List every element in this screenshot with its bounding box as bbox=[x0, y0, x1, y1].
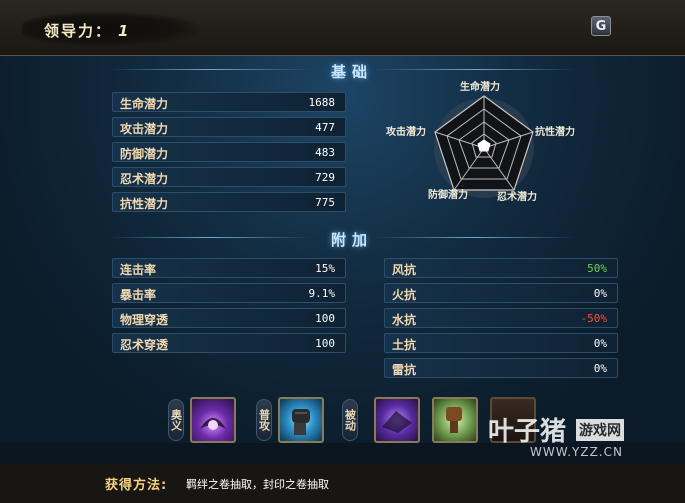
stat-label: 忍术潜力 bbox=[120, 172, 169, 186]
stat-value: 477 bbox=[315, 121, 335, 134]
skill-tag-text: 奥义 bbox=[169, 409, 183, 431]
skill-tag-text: 被动 bbox=[343, 409, 357, 431]
stat-row-hp: 生命潜力 1688 bbox=[112, 92, 346, 112]
leadership-label-text: 领导力： bbox=[44, 22, 113, 40]
ultimate-skill-glyph bbox=[200, 418, 226, 430]
stat-row-defense: 防御潜力 483 bbox=[112, 142, 346, 162]
stat-label: 暴击率 bbox=[120, 288, 157, 302]
obtain-method-text: 羁绊之卷抽取，封印之卷抽取 bbox=[186, 478, 329, 491]
passive-glyph-1 bbox=[382, 411, 412, 433]
ultimate-skill-icon[interactable] bbox=[190, 397, 236, 443]
extra-section-title: 附加 bbox=[330, 231, 373, 249]
pentagon-label-attack: 攻击潜力 bbox=[386, 127, 426, 138]
stat-row-crit-rate: 暴击率 9.1% bbox=[112, 283, 346, 303]
stat-row-ninjutsu-pierce: 忍术穿透 100 bbox=[112, 333, 346, 353]
stat-value: 50% bbox=[587, 262, 607, 275]
watermark: 叶子猪 游戏网 WWW.YZZ.CN bbox=[488, 405, 648, 465]
basic-divider-left bbox=[110, 69, 310, 70]
leadership-label: 领导力： 1 bbox=[44, 20, 130, 41]
res-row-lightning: 雷抗 0% bbox=[384, 358, 618, 378]
pentagon-label-hp: 生命潜力 bbox=[460, 82, 500, 93]
fist-glyph bbox=[292, 409, 310, 435]
stat-row-resistance: 抗性潜力 775 bbox=[112, 192, 346, 212]
passive-glyph-2 bbox=[446, 407, 462, 433]
res-row-wind: 风抗 50% bbox=[384, 258, 618, 278]
passive-skill-icon-1[interactable] bbox=[374, 397, 420, 443]
stat-label: 防御潜力 bbox=[120, 147, 169, 161]
extra-divider-left bbox=[110, 237, 310, 238]
watermark-url: WWW.YZZ.CN bbox=[530, 445, 623, 459]
stat-label: 火抗 bbox=[392, 288, 417, 302]
stat-value: 0% bbox=[593, 337, 607, 350]
skill-tag-ultimate: 奥义 bbox=[168, 399, 184, 441]
stat-label: 抗性潜力 bbox=[120, 197, 169, 211]
stat-value: 9.1% bbox=[308, 287, 336, 300]
swirl-icon: G bbox=[595, 18, 607, 34]
leadership-value: 1 bbox=[118, 22, 131, 40]
settings-button[interactable]: G bbox=[591, 16, 611, 36]
stat-value: -50% bbox=[580, 312, 608, 325]
stat-label: 水抗 bbox=[392, 313, 417, 327]
pentagon-label-resistance: 抗性潜力 bbox=[535, 127, 575, 138]
res-row-earth: 土抗 0% bbox=[384, 333, 618, 353]
passive-skill-icon-2[interactable] bbox=[432, 397, 478, 443]
stat-value: 775 bbox=[315, 196, 335, 209]
watermark-tag: 游戏网 bbox=[576, 419, 624, 441]
stat-value: 15% bbox=[315, 262, 335, 275]
skill-tag-passive: 被动 bbox=[342, 399, 358, 441]
stat-label: 生命潜力 bbox=[120, 97, 169, 111]
stat-label: 攻击潜力 bbox=[120, 122, 169, 136]
footer-bar bbox=[0, 463, 685, 503]
basic-attack-fist-icon[interactable] bbox=[278, 397, 324, 443]
res-row-water: 水抗 -50% bbox=[384, 308, 618, 328]
basic-section-title: 基础 bbox=[330, 63, 373, 81]
res-row-fire: 火抗 0% bbox=[384, 283, 618, 303]
skill-tag-text: 普攻 bbox=[257, 409, 271, 431]
stat-row-ninjutsu: 忍术潜力 729 bbox=[112, 167, 346, 187]
stat-value: 0% bbox=[593, 287, 607, 300]
pentagon-label-defense: 防御潜力 bbox=[428, 190, 468, 201]
stat-label: 连击率 bbox=[120, 263, 157, 277]
stat-value: 100 bbox=[315, 312, 335, 325]
stat-row-attack: 攻击潜力 477 bbox=[112, 117, 346, 137]
stat-value: 100 bbox=[315, 337, 335, 350]
stat-value: 483 bbox=[315, 146, 335, 159]
stat-value: 1688 bbox=[308, 96, 336, 109]
obtain-method-label: 获得方法: bbox=[105, 478, 168, 493]
stat-label: 雷抗 bbox=[392, 363, 417, 377]
stat-value: 0% bbox=[593, 362, 607, 375]
stat-label: 物理穿透 bbox=[120, 313, 169, 327]
stat-label: 风抗 bbox=[392, 263, 417, 277]
header-bar: 领导力： 1 G bbox=[0, 0, 685, 56]
stat-value: 729 bbox=[315, 171, 335, 184]
stat-row-combo-rate: 连击率 15% bbox=[112, 258, 346, 278]
pentagon-label-ninjutsu: 忍术潜力 bbox=[497, 192, 537, 203]
stat-row-physical-pierce: 物理穿透 100 bbox=[112, 308, 346, 328]
skill-tag-basic: 普攻 bbox=[256, 399, 272, 441]
stat-label: 忍术穿透 bbox=[120, 338, 169, 352]
stat-label: 土抗 bbox=[392, 338, 417, 352]
watermark-brand: 叶子猪 bbox=[488, 417, 567, 447]
